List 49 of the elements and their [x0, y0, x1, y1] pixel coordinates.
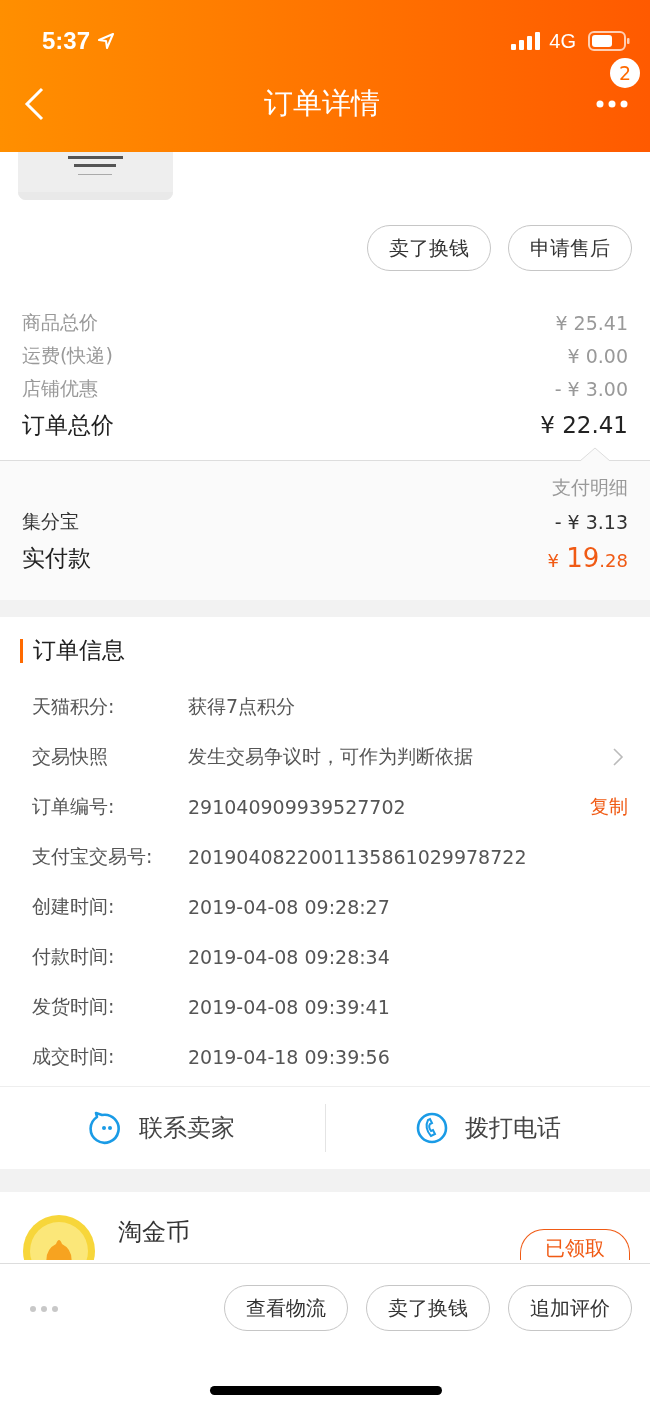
section-title: 订单信息: [33, 636, 125, 665]
info-value: 2019-04-08 09:39:41: [188, 996, 391, 1018]
page-title: 订单详情: [263, 85, 381, 122]
info-label: 支付宝交易号:: [32, 844, 154, 869]
payment-value: - ¥ 3.13: [554, 510, 628, 533]
info-label: 天猫积分:: [32, 694, 116, 719]
location-arrow-icon: [98, 33, 115, 49]
info-value: 2019040822001135861029978722: [188, 846, 528, 868]
price-label: 运费(快递): [22, 342, 113, 368]
info-value: 2019-04-08 09:28:34: [188, 946, 391, 968]
info-label: 创建时间:: [32, 894, 116, 919]
payment-label: 集分宝: [22, 508, 79, 534]
info-value: 291040909939527702: [188, 796, 407, 818]
notification-badge: 2: [610, 58, 640, 88]
price-value: - ¥ 3.00: [554, 377, 628, 400]
action-button[interactable]: 查看物流: [224, 1285, 348, 1331]
more-icon[interactable]: [29, 1305, 59, 1313]
status-time: 5:37: [42, 27, 91, 55]
info-value: 2019-04-08 09:28:27: [188, 896, 391, 918]
action-button[interactable]: 卖了换钱: [367, 225, 491, 271]
paid-label: 实付款: [22, 543, 91, 573]
info-label: 发货时间:: [32, 994, 116, 1019]
price-value: ¥ 0.00: [567, 344, 628, 367]
more-button[interactable]: [596, 100, 628, 108]
phone-icon: [414, 1111, 449, 1145]
payment-detail-label: 支付明细: [552, 476, 628, 498]
info-label: 成交时间:: [32, 1044, 116, 1069]
action-button[interactable]: 申请售后: [508, 225, 632, 271]
info-label: 付款时间:: [32, 944, 116, 969]
price-value: ¥ 25.41: [555, 311, 628, 334]
paid-amount: ¥ 19.28: [547, 543, 628, 573]
info-value: 获得7点积分: [188, 694, 297, 719]
signal-icon: [511, 32, 542, 50]
price-label: 商品总价: [22, 309, 98, 335]
info-value: 2019-04-18 09:39:56: [188, 1046, 391, 1068]
contact-button[interactable]: 拨打电话: [325, 1087, 650, 1169]
info-value: 发生交易争议时，可作为判断依据: [188, 744, 474, 769]
chevron-right-icon[interactable]: [612, 747, 624, 767]
info-label: 订单编号:: [32, 794, 116, 819]
action-button[interactable]: 追加评价: [508, 1285, 632, 1331]
battery-icon: [588, 31, 630, 51]
action-button[interactable]: 卖了换钱: [366, 1285, 490, 1331]
coins-title: 淘金币: [118, 1217, 190, 1248]
price-label: 店铺优惠: [22, 375, 98, 401]
network-label: 4G: [549, 29, 576, 53]
info-label: 交易快照: [32, 744, 109, 769]
contact-button[interactable]: 联系卖家: [0, 1087, 325, 1169]
price-label: 订单总价: [22, 410, 114, 440]
price-value: ¥ 22.41: [540, 412, 628, 438]
